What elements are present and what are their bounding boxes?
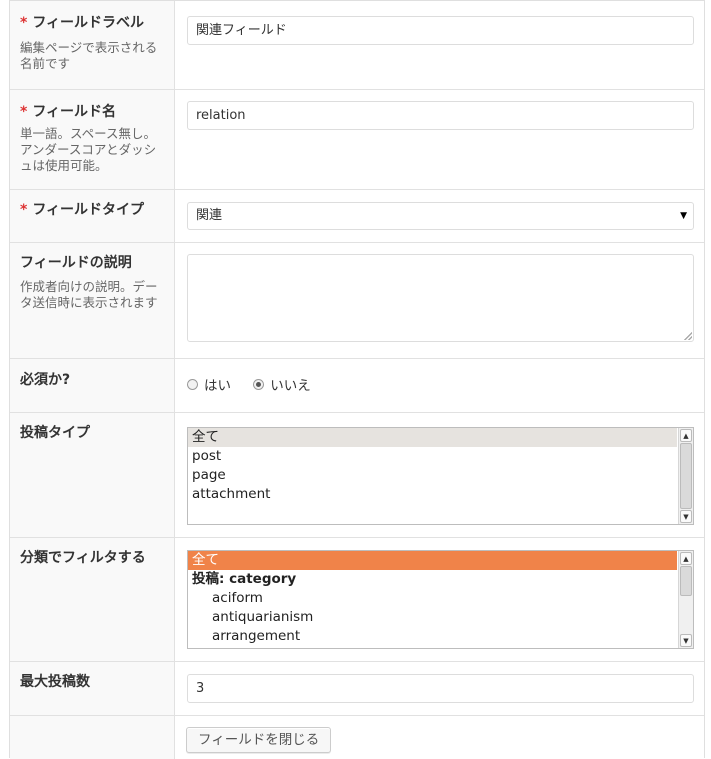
field-cell: フィールドを閉じる bbox=[175, 716, 704, 759]
field-name-description: 単一語。スペース無し。アンダースコアとダッシュは使用可能。 bbox=[20, 126, 157, 173]
max-posts-heading: 最大投稿数 bbox=[20, 674, 90, 690]
field-cell: 関連フィールド bbox=[175, 1, 704, 89]
required-radio-group: はい いいえ bbox=[187, 374, 329, 394]
row-taxonomy-filter: 分類でフィルタする 全て 投稿: category aciform antiqu… bbox=[10, 538, 704, 662]
field-type-selected-value: 関連 bbox=[196, 208, 223, 223]
field-label-heading: * フィールドラベル bbox=[20, 15, 145, 31]
radio-button[interactable] bbox=[187, 378, 198, 390]
field-label-input[interactable]: 関連フィールド bbox=[187, 16, 694, 45]
radio-button[interactable] bbox=[253, 378, 265, 390]
scroll-down-icon[interactable]: ▼ bbox=[680, 510, 692, 523]
required-option-yes[interactable]: はい bbox=[187, 374, 231, 394]
list-item[interactable]: 全て bbox=[188, 551, 677, 570]
post-type-heading: 投稿タイプ bbox=[20, 425, 90, 441]
row-field-label: * フィールドラベル 編集ページで表示される名前です 関連フィールド bbox=[10, 1, 704, 90]
label-cell: 必須か? bbox=[10, 359, 175, 412]
label-cell: * フィールドタイプ bbox=[10, 190, 175, 242]
label-cell: 分類でフィルタする bbox=[10, 538, 175, 661]
list-item[interactable]: aciform bbox=[188, 589, 693, 608]
close-field-button[interactable]: フィールドを閉じる bbox=[186, 727, 332, 753]
field-cell: 3 bbox=[175, 662, 704, 715]
label-cell: * フィールドラベル 編集ページで表示される名前です bbox=[10, 1, 175, 89]
scrollbar[interactable]: ▲ ▼ bbox=[678, 428, 693, 524]
label-cell bbox=[10, 716, 175, 759]
row-field-name: * フィールド名 単一語。スペース無し。アンダースコアとダッシュは使用可能。 re… bbox=[10, 90, 704, 190]
field-name-input[interactable]: relation bbox=[187, 101, 694, 130]
field-cell: 全て post page attachment ▲ ▼ bbox=[175, 413, 704, 537]
required-mark: * bbox=[20, 202, 28, 218]
list-item[interactable]: attachment bbox=[188, 485, 693, 504]
field-label-description: 編集ページで表示される名前です bbox=[20, 40, 158, 71]
scroll-thumb[interactable] bbox=[680, 566, 692, 596]
scroll-down-icon[interactable]: ▼ bbox=[680, 634, 692, 647]
required-option-no[interactable]: いいえ bbox=[253, 374, 311, 394]
resize-handle-icon[interactable] bbox=[684, 332, 692, 340]
list-item[interactable]: page bbox=[188, 466, 693, 485]
row-close: フィールドを閉じる bbox=[10, 716, 704, 759]
row-field-type: * フィールドタイプ 関連 ▼ bbox=[10, 190, 704, 243]
field-settings-form: * フィールドラベル 編集ページで表示される名前です 関連フィールド * フィールド… bbox=[9, 0, 705, 759]
list-group-header: 投稿: category bbox=[192, 571, 297, 587]
field-cell bbox=[175, 243, 704, 358]
field-name-heading: * フィールド名 bbox=[20, 104, 117, 120]
row-max-posts: 最大投稿数 3 bbox=[10, 662, 704, 716]
field-instructions-textarea[interactable] bbox=[187, 254, 694, 342]
list-item[interactable]: antiquarianism bbox=[188, 608, 693, 627]
required-heading: 必須か? bbox=[20, 372, 71, 388]
field-cell: 全て 投稿: category aciform antiquarianism a… bbox=[175, 538, 704, 661]
field-instructions-heading: フィールドの説明 bbox=[20, 255, 132, 271]
scroll-thumb[interactable] bbox=[680, 443, 692, 509]
row-post-type: 投稿タイプ 全て post page attachment ▲ ▼ bbox=[10, 413, 704, 538]
scrollbar[interactable]: ▲ ▼ bbox=[678, 551, 693, 648]
taxonomy-filter-listbox[interactable]: 全て 投稿: category aciform antiquarianism a… bbox=[187, 550, 694, 649]
row-field-instructions: フィールドの説明 作成者向けの説明。データ送信時に表示されます bbox=[10, 243, 704, 359]
field-instructions-description: 作成者向けの説明。データ送信時に表示されます bbox=[20, 279, 158, 310]
scroll-up-icon[interactable]: ▲ bbox=[680, 552, 692, 565]
required-mark: * bbox=[20, 104, 28, 120]
scroll-up-icon[interactable]: ▲ bbox=[680, 429, 692, 442]
list-item[interactable]: 全て bbox=[188, 428, 677, 447]
max-posts-input[interactable]: 3 bbox=[187, 674, 694, 703]
required-mark: * bbox=[20, 15, 28, 31]
list-item[interactable]: arrangement bbox=[188, 627, 693, 646]
label-cell: 最大投稿数 bbox=[10, 662, 175, 715]
field-type-heading: * フィールドタイプ bbox=[20, 202, 145, 218]
list-item[interactable]: post bbox=[188, 447, 693, 466]
dropdown-arrow-icon: ▼ bbox=[680, 211, 687, 221]
field-cell: 関連 ▼ bbox=[175, 190, 704, 242]
label-cell: * フィールド名 単一語。スペース無し。アンダースコアとダッシュは使用可能。 bbox=[10, 90, 175, 189]
field-type-select[interactable]: 関連 ▼ bbox=[187, 202, 694, 230]
field-cell: はい いいえ bbox=[175, 359, 704, 412]
field-cell: relation bbox=[175, 90, 704, 189]
post-type-listbox[interactable]: 全て post page attachment ▲ ▼ bbox=[187, 427, 694, 525]
label-cell: 投稿タイプ bbox=[10, 413, 175, 537]
taxonomy-filter-heading: 分類でフィルタする bbox=[20, 550, 146, 566]
row-required: 必須か? はい いいえ bbox=[10, 359, 704, 413]
label-cell: フィールドの説明 作成者向けの説明。データ送信時に表示されます bbox=[10, 243, 175, 358]
